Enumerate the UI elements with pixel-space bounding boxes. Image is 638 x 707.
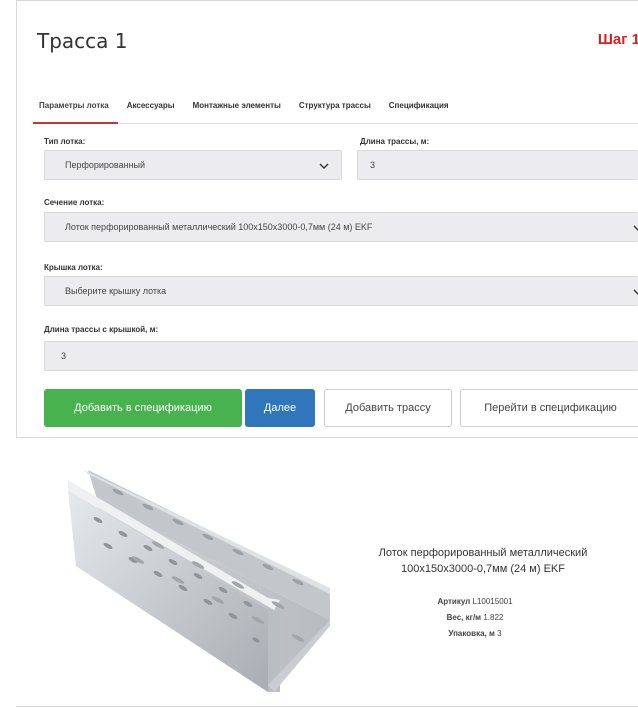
tray-cover-label: Крышка лотка: <box>44 263 103 272</box>
tab-bar: Параметры лотка Аксессуары Монтажные эле… <box>33 89 638 124</box>
tray-cover-select[interactable]: Выберите крышку лотка <box>44 276 638 306</box>
chevron-down-icon <box>633 225 638 231</box>
tray-type-label: Тип лотка: <box>44 137 86 146</box>
step-label: Шаг 1 <box>597 31 638 48</box>
tab-route-structure[interactable]: Структура трассы <box>290 89 380 124</box>
covered-length-label: Длина трассы с крышкой, м: <box>44 325 159 334</box>
add-to-spec-button[interactable]: Добавить в спецификацию <box>44 389 242 427</box>
tray-type-value: Перфорированный <box>65 160 146 170</box>
route-length-value: 3 <box>370 160 376 170</box>
cable-tray-image <box>68 470 330 692</box>
chevron-down-icon <box>319 163 329 169</box>
tray-section-value: Лоток перфорированный металлический 100х… <box>65 222 373 232</box>
sku-value: L10015001 <box>472 597 513 606</box>
add-route-button[interactable]: Добавить трассу <box>324 389 452 427</box>
go-to-spec-button[interactable]: Перейти в спецификацию <box>460 389 638 427</box>
chevron-down-icon <box>633 289 638 295</box>
tab-mounting[interactable]: Монтажные элементы <box>184 89 290 124</box>
product-name-line2: 100х150х3000-0,7мм (24 м) EKF <box>401 563 565 575</box>
route-length-label: Длина трассы, м: <box>360 137 430 146</box>
product-pack: Упаковка, м 3 <box>380 629 570 638</box>
tray-section-select[interactable]: Лоток перфорированный металлический 100х… <box>44 212 638 242</box>
tab-accessories[interactable]: Аксессуары <box>118 89 184 124</box>
sku-label: Артикул <box>437 597 471 606</box>
tab-specification[interactable]: Спецификация <box>380 89 458 124</box>
weight-value: 1.822 <box>483 613 504 622</box>
route-length-input[interactable]: 3 <box>357 150 638 180</box>
product-name: Лоток перфорированный металлический 100х… <box>330 545 636 577</box>
tray-section-label: Сечение лотка: <box>44 198 105 207</box>
tray-cover-value: Выберите крышку лотка <box>65 286 167 296</box>
weight-label: Вес, кг/м <box>446 613 482 622</box>
next-button[interactable]: Далее <box>245 389 315 427</box>
tray-type-select[interactable]: Перфорированный <box>44 150 342 180</box>
covered-length-input[interactable]: 3 <box>44 341 638 371</box>
product-name-line1: Лоток перфорированный металлический <box>378 547 588 559</box>
covered-length-value: 3 <box>61 351 67 361</box>
product-sku: Артикул L10015001 <box>380 597 570 606</box>
pack-label: Упаковка, м <box>448 629 495 638</box>
tab-tray-params[interactable]: Параметры лотка <box>33 89 118 124</box>
product-weight: Вес, кг/м 1.822 <box>380 613 570 622</box>
pack-value: 3 <box>497 629 502 638</box>
page-title: Трасса 1 <box>37 29 128 53</box>
